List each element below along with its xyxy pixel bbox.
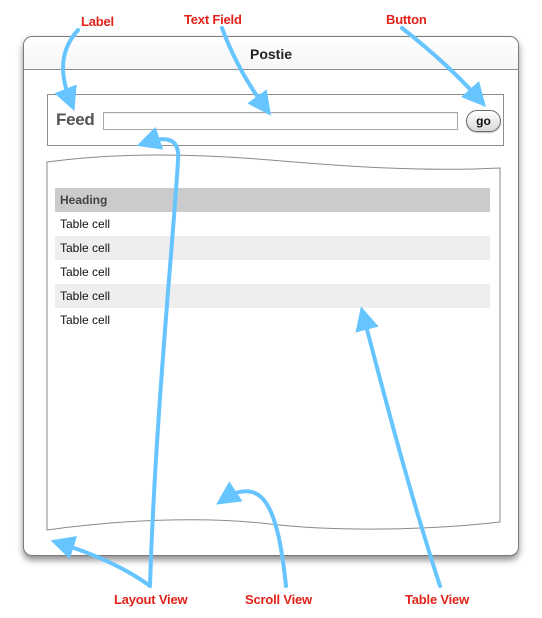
table-heading: Heading: [55, 188, 490, 212]
table-row[interactable]: Table cell: [55, 284, 490, 308]
table-row[interactable]: Table cell: [55, 236, 490, 260]
table-row[interactable]: Table cell: [55, 212, 490, 236]
table-row[interactable]: Table cell: [55, 260, 490, 284]
table-view: Heading Table cell Table cell Table cell…: [55, 188, 490, 332]
table-row[interactable]: Table cell: [55, 308, 490, 332]
